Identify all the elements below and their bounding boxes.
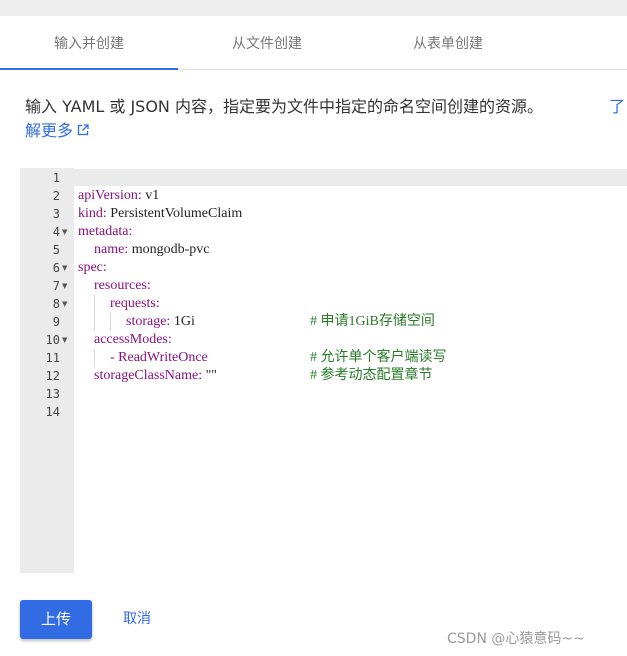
yaml-comment: # 参考动态配置章节 <box>310 368 433 383</box>
fold-arrow-icon[interactable]: ▼ <box>62 331 72 349</box>
code-line: spec: <box>78 259 107 277</box>
indent-guide <box>110 313 111 331</box>
description-text: 输入 YAML 或 JSON 内容，指定要为文件中指定的命名空间创建的资源。 <box>25 97 543 116</box>
yaml-key: storageClassName: <box>94 368 203 383</box>
code-line: requests: <box>110 295 160 313</box>
yaml-value: "" <box>202 368 218 383</box>
line-number: 9 <box>52 315 60 329</box>
learn-more-label: 解更多 <box>25 121 74 140</box>
active-line-highlight <box>74 169 627 186</box>
code-line: accessModes: <box>94 331 172 349</box>
line-number: 5 <box>52 243 60 257</box>
yaml-value: PersistentVolumeClaim <box>106 206 243 221</box>
yaml-value: 1Gi <box>170 314 195 329</box>
yaml-editor[interactable]: 1 2 3 4 5 6 7 8 9 10 11 12 13 14 ▼ ▼ ▼ ▼… <box>20 168 627 573</box>
yaml-key: storage: <box>126 314 171 329</box>
yaml-key: kind: <box>78 206 107 221</box>
yaml-value: v1 <box>141 188 160 203</box>
code-line: apiVersion: v1 <box>78 187 159 205</box>
yaml-comment: # 申请1GiB存储空间 <box>310 314 435 329</box>
line-number: 3 <box>52 207 60 221</box>
tab-bar: 输入并创建 从文件创建 从表单创建 <box>0 16 627 70</box>
code-line: storage: 1Gi <box>126 313 195 331</box>
description: 输入 YAML 或 JSON 内容，指定要为文件中指定的命名空间创建的资源。 了… <box>25 94 625 140</box>
external-link-icon <box>77 124 89 136</box>
indent-guide <box>94 349 95 367</box>
line-number: 7 <box>52 279 60 293</box>
code-line: resources: <box>94 277 151 295</box>
line-number: 12 <box>45 369 60 383</box>
tab-input-create[interactable]: 输入并创建 <box>0 16 178 70</box>
line-number: 6 <box>52 261 60 275</box>
fold-arrow-icon[interactable]: ▼ <box>62 223 72 241</box>
code-line: name: mongodb-pvc <box>94 241 209 259</box>
indent-guide <box>94 295 95 313</box>
tab-file-create[interactable]: 从文件创建 <box>178 16 356 69</box>
code-line: - ReadWriteOnce <box>110 349 208 367</box>
line-number: 1 <box>52 171 60 185</box>
yaml-key: accessModes: <box>94 332 172 347</box>
learn-more-link-part1[interactable]: 了 <box>609 94 625 119</box>
line-number: 4 <box>52 225 60 239</box>
yaml-comment: # 允许单个客户端读写 <box>310 350 447 365</box>
top-bar <box>0 0 627 16</box>
code-line: storageClassName: "" <box>94 367 217 385</box>
line-number: 11 <box>45 351 60 365</box>
code-comment: # 申请1GiB存储空间 <box>310 313 435 331</box>
line-number: 2 <box>52 189 60 203</box>
code-line: kind: PersistentVolumeClaim <box>78 205 242 223</box>
upload-button[interactable]: 上传 <box>20 600 92 639</box>
yaml-key: name: <box>94 242 129 257</box>
yaml-key: apiVersion: <box>78 188 142 203</box>
code-comment: # 允许单个客户端读写 <box>310 349 447 367</box>
yaml-value: mongodb-pvc <box>128 242 210 257</box>
tab-form-create[interactable]: 从表单创建 <box>356 16 540 69</box>
cancel-button[interactable]: 取消 <box>108 600 166 639</box>
line-number: 10 <box>45 333 60 347</box>
fold-arrow-icon[interactable]: ▼ <box>62 295 72 313</box>
code-line: metadata: <box>78 223 132 241</box>
yaml-key: spec: <box>78 260 107 275</box>
yaml-key: resources: <box>94 278 151 293</box>
line-number: 13 <box>45 387 60 401</box>
line-number: 14 <box>45 405 60 419</box>
line-number: 8 <box>52 297 60 311</box>
yaml-list-item: - ReadWriteOnce <box>110 350 208 365</box>
code-comment: # 参考动态配置章节 <box>310 367 433 385</box>
yaml-key: metadata: <box>78 224 133 239</box>
indent-guide <box>94 313 95 331</box>
yaml-key: requests: <box>110 296 160 311</box>
watermark: CSDN @心猿意码~~ <box>447 631 585 647</box>
fold-arrow-icon[interactable]: ▼ <box>62 277 72 295</box>
fold-arrow-icon[interactable]: ▼ <box>62 259 72 277</box>
learn-more-link[interactable]: 解更多 <box>25 118 89 143</box>
